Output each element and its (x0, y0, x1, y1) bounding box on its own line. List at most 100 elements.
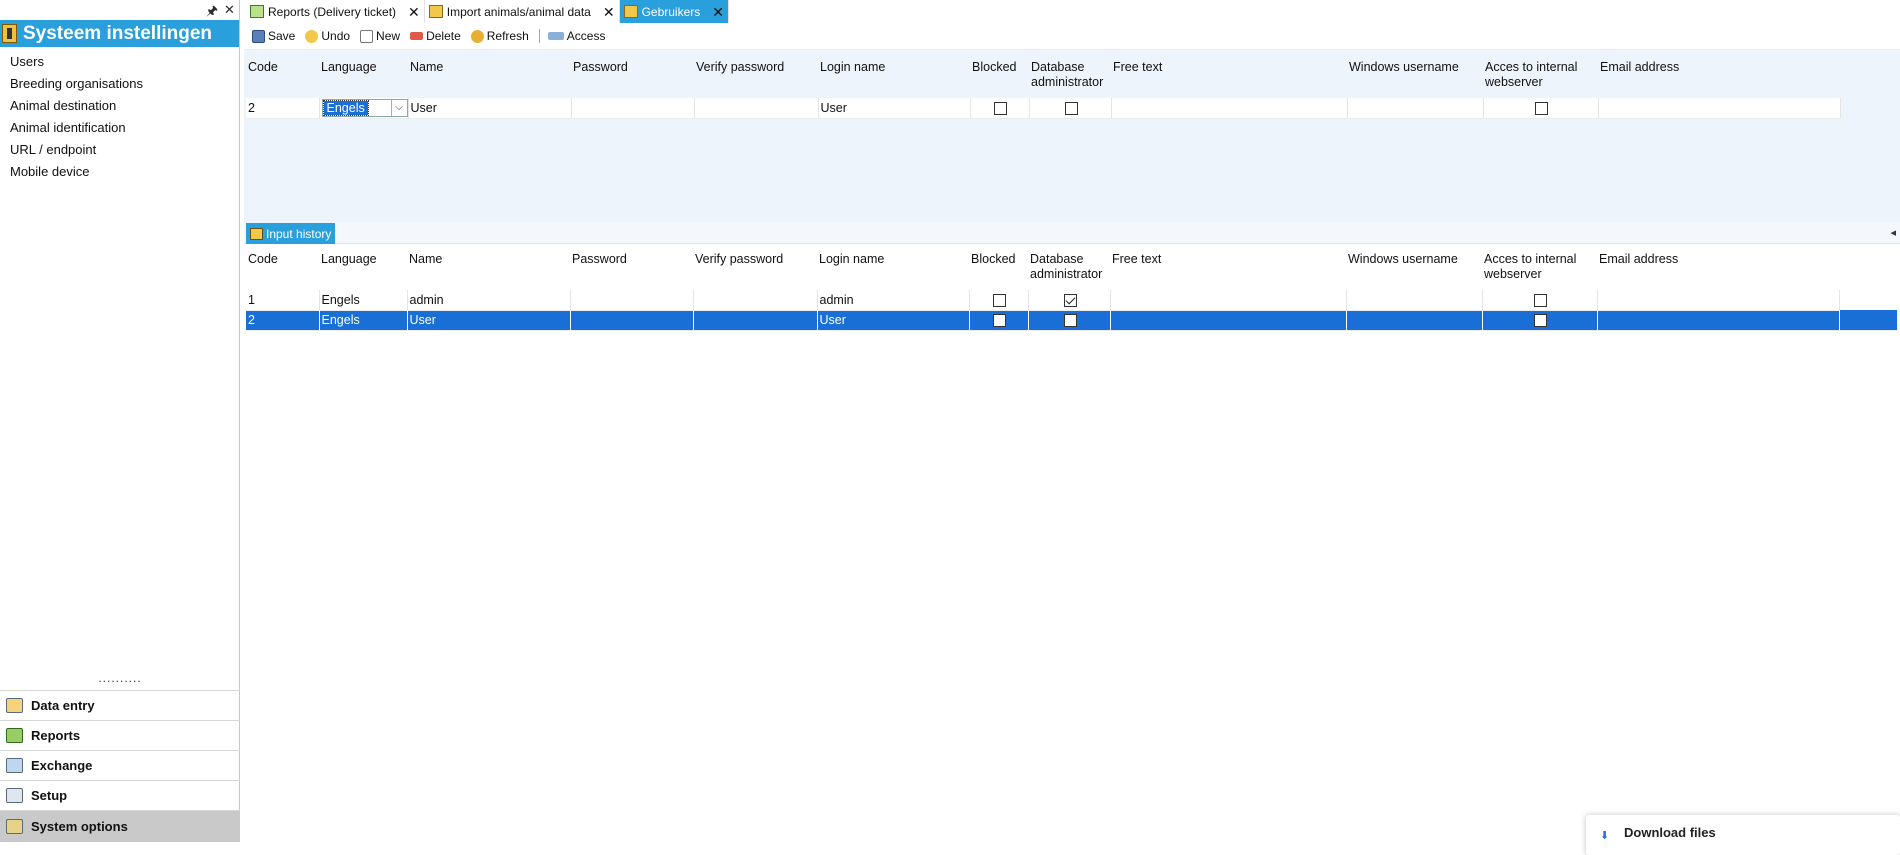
history-row[interactable]: 1 Engels admin admin (246, 290, 1897, 311)
collapse-arrow-icon[interactable]: ◂ (1890, 226, 1896, 239)
verify-password-field[interactable] (694, 98, 819, 119)
email-field[interactable] (1598, 98, 1841, 119)
internal-webserver-checkbox[interactable] (1534, 293, 1547, 307)
settings-item-animal-identification[interactable]: Animal identification (0, 117, 239, 139)
login-name-field[interactable]: User (818, 98, 971, 119)
history-grid-header: Code Language Name Password Verify passw… (246, 248, 1897, 290)
delete-button[interactable]: Delete (410, 29, 461, 43)
tab-label: Gebruikers (641, 4, 701, 19)
setup-icon (6, 788, 23, 803)
col-email[interactable]: Email address (1598, 56, 1840, 98)
col-name[interactable]: Name (408, 56, 571, 98)
panel-pin-bar: 🖈 ✕ (0, 0, 239, 20)
users-icon (623, 5, 638, 18)
new-button[interactable]: New (360, 29, 400, 43)
col-free-text[interactable]: Free text (1110, 248, 1346, 290)
password-field[interactable] (571, 98, 695, 119)
settings-item-breeding-organisations[interactable]: Breeding organisations (0, 73, 239, 95)
language-cell: Engels (319, 310, 408, 331)
close-panel-icon[interactable]: ✕ (224, 2, 235, 18)
col-language[interactable]: Language (319, 248, 407, 290)
tab-gebruikers[interactable]: Gebruikers ✕ (619, 0, 729, 23)
chevron-down-icon[interactable]: ⌵ (390, 99, 407, 116)
access-button[interactable]: Access (547, 29, 605, 43)
edit-grid-area: Code Language Name Password Verify passw… (244, 50, 1900, 222)
col-login-name[interactable]: Login name (817, 248, 969, 290)
language-cell: Engels ⌵ (319, 98, 409, 119)
password-cell (570, 310, 694, 331)
close-tab-icon[interactable]: ✕ (712, 5, 724, 19)
data-entry-icon (6, 698, 23, 713)
blocked-checkbox[interactable] (993, 293, 1006, 307)
col-login-name[interactable]: Login name (818, 56, 970, 98)
delete-icon (410, 32, 424, 40)
name-field[interactable]: User (408, 98, 572, 119)
download-files-popup[interactable]: ⬇ Download files (1586, 815, 1900, 855)
nav-reports[interactable]: Reports (0, 720, 240, 750)
col-blocked[interactable]: Blocked (970, 56, 1029, 98)
tab-label: Import animals/animal data (446, 4, 591, 19)
row-filler (1839, 310, 1897, 331)
new-label: New (376, 29, 401, 43)
code-field[interactable]: 2 (246, 98, 320, 119)
pin-icon[interactable]: 🖈 (206, 2, 218, 24)
history-grid-area: Code Language Name Password Verify passw… (244, 244, 1900, 844)
free-text-field[interactable] (1111, 98, 1348, 119)
save-button[interactable]: Save (252, 29, 295, 43)
settings-item-url-endpoint[interactable]: URL / endpoint (0, 139, 239, 161)
edit-grid-header: Code Language Name Password Verify passw… (246, 56, 1840, 98)
save-icon (252, 29, 265, 43)
col-windows-username[interactable]: Windows username (1347, 56, 1483, 98)
col-code[interactable]: Code (246, 248, 319, 290)
nav-setup[interactable]: Setup (0, 780, 240, 810)
exchange-icon (6, 758, 23, 773)
free-text-cell (1110, 290, 1347, 311)
settings-item-animal-destination[interactable]: Animal destination (0, 95, 239, 117)
settings-list: Users Breeding organisations Animal dest… (0, 47, 239, 183)
free-text-cell (1110, 310, 1347, 331)
col-code[interactable]: Code (246, 56, 319, 98)
col-verify-password[interactable]: Verify password (694, 56, 818, 98)
col-email[interactable]: Email address (1597, 248, 1839, 290)
col-verify-password[interactable]: Verify password (693, 248, 817, 290)
col-password[interactable]: Password (571, 56, 694, 98)
report-icon (250, 5, 264, 18)
col-db-admin[interactable]: Database administrator (1028, 248, 1110, 290)
nav-data-entry[interactable]: Data entry (0, 690, 240, 720)
col-name[interactable]: Name (407, 248, 570, 290)
col-language[interactable]: Language (319, 56, 408, 98)
tab-input-history[interactable]: Input history (246, 223, 336, 244)
col-db-admin[interactable]: Database administrator (1029, 56, 1111, 98)
code-cell: 1 (246, 290, 320, 311)
col-windows-username[interactable]: Windows username (1346, 248, 1482, 290)
blocked-checkbox[interactable] (994, 101, 1007, 115)
tab-reports-delivery-ticket[interactable]: Reports (Delivery ticket) ✕ (246, 0, 425, 23)
internal-webserver-checkbox[interactable] (1534, 314, 1547, 328)
nav-system-options[interactable]: System options (0, 810, 240, 842)
col-blocked[interactable]: Blocked (969, 248, 1028, 290)
internal-webserver-checkbox[interactable] (1535, 101, 1548, 115)
main-content: Save Undo New Delete Refresh Access Code… (244, 23, 1900, 844)
nav-exchange[interactable]: Exchange (0, 750, 240, 780)
settings-item-mobile-device[interactable]: Mobile device (0, 161, 239, 183)
close-tab-icon[interactable]: ✕ (603, 5, 615, 19)
settings-item-users[interactable]: Users (0, 51, 239, 73)
language-select[interactable]: Engels ⌵ (321, 98, 407, 117)
col-internal-webserver[interactable]: Acces to internal webserver (1482, 248, 1597, 290)
blocked-checkbox[interactable] (993, 314, 1006, 328)
db-admin-checkbox[interactable] (1063, 314, 1077, 328)
history-row-selected[interactable]: 2 Engels User User (246, 310, 1897, 331)
tab-label: Reports (Delivery ticket) (268, 4, 397, 19)
tab-import-animals[interactable]: Import animals/animal data ✕ (424, 0, 620, 23)
db-admin-checkbox[interactable] (1064, 101, 1078, 115)
col-free-text[interactable]: Free text (1111, 56, 1347, 98)
db-admin-checkbox[interactable] (1063, 293, 1077, 307)
refresh-button[interactable]: Refresh (470, 29, 529, 43)
splitter-handle[interactable]: .......... (0, 672, 240, 684)
col-password[interactable]: Password (570, 248, 693, 290)
windows-username-field[interactable] (1347, 98, 1484, 119)
col-internal-webserver[interactable]: Acces to internal webserver (1483, 56, 1598, 98)
undo-button[interactable]: Undo (305, 29, 350, 43)
close-tab-icon[interactable]: ✕ (408, 5, 420, 19)
windows-username-cell (1346, 310, 1483, 331)
